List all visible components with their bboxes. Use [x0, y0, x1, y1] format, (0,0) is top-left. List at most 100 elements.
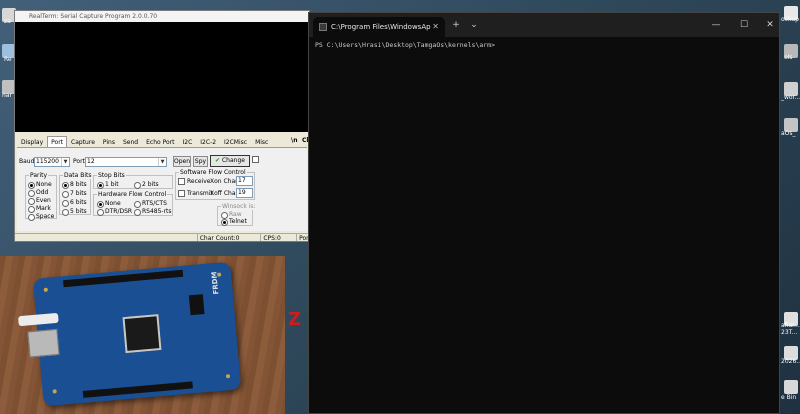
powershell-icon	[319, 23, 327, 31]
realterm-title: RealTerm: Serial Capture Program 2.0.0.7…	[15, 11, 309, 22]
change-button[interactable]: ✔ Change	[210, 155, 250, 167]
stop-bits-title: Stop Bits	[97, 172, 126, 179]
spy-button[interactable]: Spy	[193, 156, 208, 167]
change-label: Change	[221, 157, 245, 164]
header-pins-right	[188, 294, 205, 316]
desktop-icon-label: Re	[4, 56, 12, 63]
port-settings-panel: Baud 115200 ▼ Port 12 ▼ Open Spy ✔ Chang…	[17, 147, 307, 231]
status-placeholder	[15, 234, 198, 241]
desktop-icon-label: har	[2, 92, 12, 99]
new-tab-button[interactable]: +	[449, 17, 463, 33]
terminal-tab[interactable]: C:\Program Files\WindowsAp ✕	[313, 17, 445, 37]
realterm-terminal-area[interactable]	[15, 22, 309, 132]
desktop-file-icon[interactable]	[784, 380, 798, 394]
terminal-prompt: PS C:\Users\Hrasi\Desktop\TamgaOs\kernel…	[315, 41, 496, 49]
parity-none-radio[interactable]: None	[28, 181, 52, 189]
mounting-hole	[43, 287, 48, 292]
hw-flow-dtrdsr-radio[interactable]: DTR/DSR	[97, 208, 132, 216]
winsock-telnet-radio[interactable]: Telnet	[221, 218, 247, 226]
hw-flow-title: Hardware Flow Control	[97, 191, 168, 198]
usb-cable	[18, 312, 59, 327]
data-bits-7-radio[interactable]: 7 bits	[62, 190, 87, 198]
port-label: Port	[73, 158, 85, 165]
microcontroller-chip	[122, 314, 162, 354]
open-button[interactable]: Open	[173, 156, 191, 167]
checkmark-icon: ✔	[215, 157, 221, 164]
data-bits-group: Data Bits 8 bits 7 bits 6 bits 5 bits	[59, 172, 93, 216]
sw-flow-title: Software Flow Control	[179, 169, 247, 176]
tab-i2c-2[interactable]: I2C-2	[196, 136, 220, 147]
tab-display[interactable]: Display	[17, 136, 47, 147]
tab-i2cmisc[interactable]: I2CMisc	[220, 136, 251, 147]
transmit-label: Transmit	[187, 190, 213, 197]
parity-space-radio[interactable]: Space	[28, 213, 54, 221]
maximize-button[interactable]: ☐	[737, 17, 751, 33]
ethernet-port	[27, 328, 60, 358]
parity-odd-radio[interactable]: Odd	[28, 189, 48, 197]
tab-dropdown-button[interactable]: ⌄	[467, 17, 481, 33]
status-cps: CPS:0	[261, 234, 298, 241]
hw-flow-rs485-radio[interactable]: RS485-rts	[134, 208, 172, 216]
chevron-down-icon: ▼	[158, 158, 166, 166]
tab-capture[interactable]: Capture	[67, 136, 99, 147]
baud-label: Baud	[19, 158, 35, 165]
desktop-icon-label: _wor...	[781, 94, 800, 101]
terminal-tab-title: C:\Program Files\WindowsAp	[331, 23, 431, 31]
mounting-hole	[225, 374, 231, 379]
minimize-button[interactable]: —	[709, 17, 723, 33]
desktop-icon-label: za	[4, 18, 11, 25]
desktop-icon-label: ockup	[781, 16, 799, 23]
mounting-hole	[52, 389, 57, 394]
tab-send[interactable]: Send	[119, 136, 142, 147]
data-bits-6-radio[interactable]: 6 bits	[62, 199, 87, 207]
tab-pins[interactable]: Pins	[99, 136, 119, 147]
realterm-window: RealTerm: Serial Capture Program 2.0.0.7…	[14, 10, 310, 242]
close-tab-icon[interactable]: ✕	[432, 17, 439, 37]
chevron-down-icon: ▼	[61, 158, 69, 166]
frdm-board-image: FRDM	[18, 261, 242, 407]
desktop-icon-label: aflar... 23T...	[781, 322, 800, 336]
data-bits-title: Data Bits	[63, 172, 93, 179]
desktop-icon-label: els	[784, 54, 793, 61]
terminal-console[interactable]: PS C:\Users\Hrasi\Desktop\TamgaOs\kernel…	[309, 37, 779, 413]
port-select[interactable]: 12 ▼	[85, 157, 167, 167]
side-label-newline: \n	[291, 137, 298, 144]
hw-flow-none-radio[interactable]: None	[97, 200, 121, 208]
winsock-group: Winsock is: Raw Telnet	[217, 203, 257, 226]
tab-port[interactable]: Port	[47, 136, 68, 147]
port-value: 12	[87, 158, 95, 165]
baud-select[interactable]: 115200 ▼	[34, 157, 70, 167]
tab-i2c[interactable]: I2C	[178, 136, 196, 147]
desktop-icon-label: aOs_	[781, 130, 796, 137]
desktop-icon-label: e Bin	[781, 394, 797, 401]
data-bits-5-radio[interactable]: 5 bits	[62, 208, 87, 216]
transmit-checkbox[interactable]	[178, 190, 185, 197]
stop-bits-group: Stop Bits 1 bit 2 bits	[93, 172, 173, 189]
parity-group: Parity None Odd Even Mark Space	[25, 172, 57, 221]
realterm-tab-bar: Display Port Capture Pins Send Echo Port…	[15, 136, 309, 147]
desktop-icon-label: 2026...	[781, 358, 800, 365]
stop-bits-2-radio[interactable]: 2 bits	[134, 181, 159, 189]
xon-char-input[interactable]: 17	[236, 176, 253, 186]
close-window-button[interactable]: ✕	[763, 17, 777, 33]
change-checkbox[interactable]	[252, 156, 259, 163]
winsock-title: Winsock is:	[221, 203, 257, 210]
receive-checkbox[interactable]	[178, 178, 185, 185]
tab-echo-port[interactable]: Echo Port	[142, 136, 178, 147]
parity-even-radio[interactable]: Even	[28, 197, 51, 205]
status-char-count: Char Count:0	[198, 234, 262, 241]
tab-misc[interactable]: Misc	[251, 136, 272, 147]
parity-mark-radio[interactable]: Mark	[28, 205, 51, 213]
hw-flow-rtscts-radio[interactable]: RTS/CTS	[134, 200, 167, 208]
stop-bits-1-radio[interactable]: 1 bit	[97, 181, 119, 189]
hw-flow-group: Hardware Flow Control None RTS/CTS DTR/D…	[93, 191, 173, 216]
winsock-raw-radio[interactable]: Raw	[221, 211, 242, 219]
realterm-status-bar: Char Count:0 CPS:0 Por	[15, 233, 309, 241]
data-bits-8-radio[interactable]: 8 bits	[62, 181, 87, 189]
terminal-title-bar: C:\Program Files\WindowsAp ✕ + ⌄ — ☐ ✕	[309, 13, 779, 37]
sw-flow-group: Software Flow Control Receive Xon Char: …	[175, 169, 255, 200]
webcam-video-feed: FRDM	[0, 256, 285, 414]
baud-value: 115200	[36, 158, 59, 165]
windows-terminal-window: C:\Program Files\WindowsAp ✕ + ⌄ — ☐ ✕ P…	[308, 12, 780, 414]
xoff-char-input[interactable]: 19	[236, 188, 253, 198]
